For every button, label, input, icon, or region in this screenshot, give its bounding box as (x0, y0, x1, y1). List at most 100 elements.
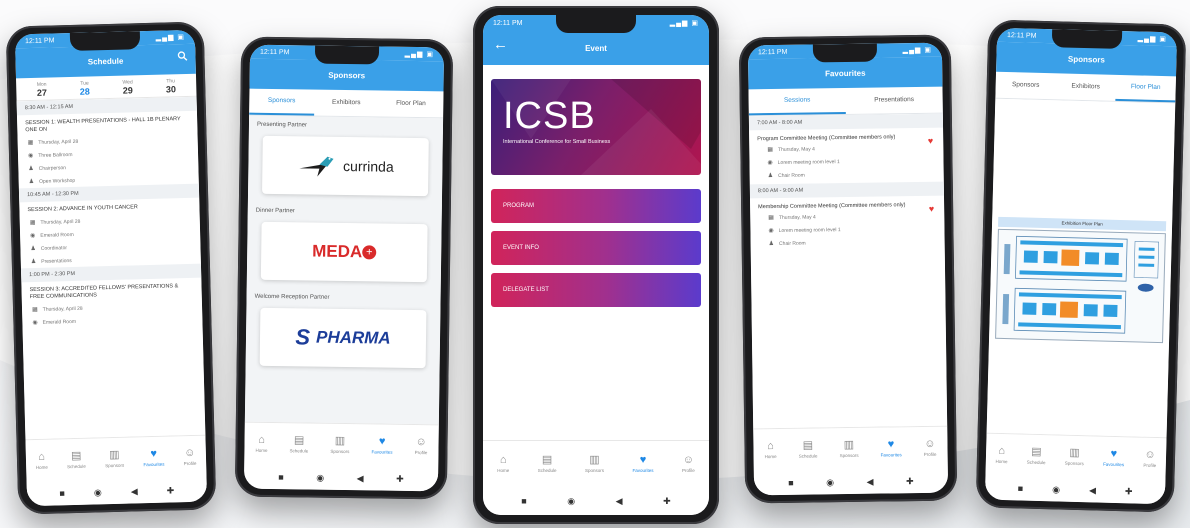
plus-circle-icon: + (362, 245, 377, 260)
home-button[interactable]: ◉ (316, 472, 324, 483)
event-hero-banner: ICSB International Conference for Small … (491, 79, 701, 175)
tab-presentations[interactable]: Presentations (845, 88, 942, 113)
recents-button[interactable]: ■ (1018, 483, 1024, 493)
favourite-heart-icon[interactable]: ♥ (929, 204, 934, 214)
nav-sponsors[interactable]: ▥ Sponsors (839, 439, 859, 458)
session-card[interactable]: SESSION 1: WEALTH PRESENTATIONS - HALL 1… (17, 111, 199, 189)
nav-favourites[interactable]: ♥ Favourites (371, 436, 392, 455)
nav-schedule[interactable]: ▤ Schedule (1027, 446, 1046, 465)
assist-button[interactable]: ✚ (1125, 486, 1133, 497)
heart-icon: ♥ (639, 454, 647, 466)
nav-profile[interactable]: ☺ Profile (415, 436, 428, 455)
home-button[interactable]: ◉ (567, 496, 575, 507)
nav-profile[interactable]: ☺ Profile (682, 455, 695, 474)
date-tab[interactable]: Mon 27 (37, 82, 47, 98)
phone-event: 12:11 PM ▂▄▆ ▣ ← Event ICSB International… (473, 6, 719, 524)
nav-schedule[interactable]: ▤ Schedule (290, 434, 309, 453)
nav-home[interactable]: ⌂ Home (255, 433, 267, 453)
sponsor-card-currinda[interactable]: currinda (262, 135, 429, 197)
back-button[interactable]: ◀ (131, 486, 138, 497)
status-time: 12:11 PM (24, 36, 55, 45)
nav-favourites[interactable]: ♥ Favourites (632, 454, 653, 474)
home-icon: ⌂ (258, 433, 266, 446)
back-button[interactable]: ◀ (867, 476, 874, 487)
floor-plan-map[interactable] (995, 228, 1166, 344)
search-icon[interactable] (177, 51, 188, 61)
nav-sponsors[interactable]: ▥ Sponsors (585, 455, 604, 474)
phone-schedule: 12:11 PM ▂▄▆ ▣ Schedule Mon 27 Tue 28 Wed 2… (5, 21, 217, 515)
tab-floor-plan[interactable]: Floor Plan (378, 91, 443, 116)
favourite-heart-icon[interactable]: ♥ (928, 136, 933, 146)
logo-text: PHARMA (315, 327, 391, 348)
favourite-session[interactable]: Program Committee Meeting (Committee mem… (749, 128, 944, 185)
assist-button[interactable]: ✚ (396, 473, 404, 484)
nav-sponsors[interactable]: ▥ Sponsors (330, 435, 349, 454)
delegate-list-button[interactable]: DELEGATE LIST (491, 273, 701, 307)
date-tab[interactable]: Wed 29 (122, 79, 133, 95)
calendar-icon: ▦ (29, 219, 36, 227)
back-button[interactable]: ◀ (357, 473, 364, 484)
logo-text: MEDA (312, 241, 363, 262)
nav-profile[interactable]: ☺ Profile (924, 438, 937, 457)
floor-plan-view[interactable]: Exhibition Floor Plan (986, 98, 1176, 438)
tab-floor-plan[interactable]: Floor Plan (1115, 74, 1176, 103)
event-content: ICSB International Conference for Small … (483, 65, 709, 440)
back-button[interactable]: ◀ (616, 496, 623, 507)
tab-exhibitors[interactable]: Exhibitors (314, 91, 379, 116)
bottom-nav: ⌂ Home ▤ Schedule ▥ Sponsors ♥ Favourites ☺ P… (985, 432, 1167, 481)
session-card[interactable]: SESSION 2: ADVANCE IN YOUTH CANCER ▦ Thur… (19, 198, 201, 269)
nav-favourites[interactable]: ♥ Favourites (1103, 447, 1124, 467)
nav-favourites[interactable]: ♥ Favourites (880, 438, 902, 457)
nav-home[interactable]: ⌂ Home (764, 440, 777, 459)
nav-home[interactable]: ⌂ Home (35, 450, 48, 470)
home-button[interactable]: ◉ (94, 487, 102, 498)
page-title: Sponsors (1067, 54, 1105, 65)
nav-home[interactable]: ⌂ Home (497, 455, 509, 474)
nav-sponsors[interactable]: ▥ Sponsors (105, 449, 124, 468)
nav-home[interactable]: ⌂ Home (995, 445, 1007, 464)
sponsor-card-meda[interactable]: MEDA + (260, 221, 428, 283)
system-nav: ■ ◉ ◀ ✚ (26, 477, 208, 507)
recents-button[interactable]: ■ (521, 496, 526, 506)
sponsors-icon: ▥ (1069, 446, 1080, 460)
program-button[interactable]: PROGRAM (491, 189, 701, 223)
recents-button[interactable]: ■ (788, 478, 794, 488)
nav-profile[interactable]: ☺ Profile (1143, 449, 1156, 468)
bottom-nav: ⌂ Home ▤ Schedule ▥ Sponsors ♥ Favourites ☺ P… (25, 434, 207, 483)
phone-sponsors: 12:11 PM ▂▄▆ ▣ Sponsors Sponsors Exhibito… (234, 36, 454, 500)
session-card[interactable]: SESSION 3: ACCREDITED FELLOWS' PRESENTAT… (21, 278, 202, 330)
favourite-session[interactable]: Membership Committee Meeting (Committee … (750, 196, 945, 253)
nav-profile[interactable]: ☺ Profile (183, 447, 197, 466)
date-tab-selected[interactable]: Tue 28 (80, 80, 90, 97)
system-nav: ■ ◉ ◀ ✚ (984, 475, 1166, 505)
back-button[interactable]: ◀ (1089, 485, 1096, 496)
schedule-icon: ▤ (70, 449, 82, 463)
nav-schedule[interactable]: ▤ Schedule (67, 449, 86, 469)
nav-favourites[interactable]: ♥ Favourites (143, 448, 164, 467)
person-icon: ♟ (30, 245, 36, 253)
nav-schedule[interactable]: ▤ Schedule (799, 440, 818, 459)
person-icon: ♟ (30, 258, 37, 266)
home-icon: ⌂ (38, 450, 46, 463)
home-button[interactable]: ◉ (1052, 484, 1060, 495)
date-tab[interactable]: Thu 30 (166, 78, 176, 94)
tab-sponsors[interactable]: Sponsors (995, 73, 1056, 99)
recents-button[interactable]: ■ (278, 472, 284, 482)
nav-sponsors[interactable]: ▥ Sponsors (1065, 446, 1084, 466)
nav-schedule[interactable]: ▤ Schedule (538, 454, 557, 474)
back-arrow-icon[interactable]: ← (493, 36, 508, 53)
tab-sessions[interactable]: Sessions (748, 88, 846, 116)
heart-icon: ♥ (1110, 447, 1118, 461)
tab-sponsors[interactable]: Sponsors (249, 88, 315, 116)
event-info-button[interactable]: EVENT INFO (491, 231, 701, 265)
assist-button[interactable]: ✚ (906, 476, 914, 487)
sponsor-card-pharma[interactable]: S PHARMA (259, 307, 427, 369)
page-title: Favourites (824, 68, 866, 78)
person-icon: ♟ (768, 241, 775, 248)
assist-button[interactable]: ✚ (167, 485, 175, 496)
home-button[interactable]: ◉ (826, 477, 834, 488)
assist-button[interactable]: ✚ (663, 496, 671, 507)
schedule-icon: ▤ (541, 454, 553, 466)
tab-exhibitors[interactable]: Exhibitors (1055, 74, 1116, 100)
recents-button[interactable]: ■ (59, 488, 65, 498)
